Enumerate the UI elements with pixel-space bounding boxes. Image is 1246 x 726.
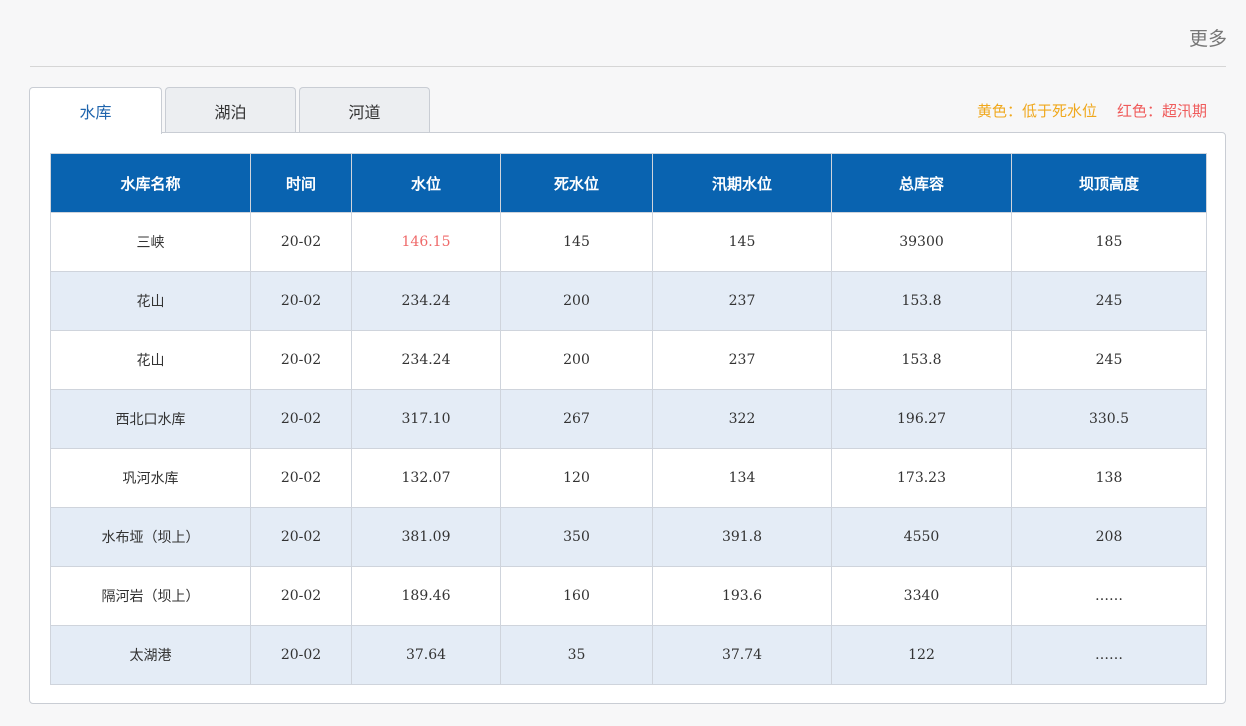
header-divider <box>30 66 1226 67</box>
cell-capacity: 153.8 <box>831 330 1012 390</box>
column-header-time: 时间 <box>250 153 352 213</box>
cell-capacity: 153.8 <box>831 271 1012 331</box>
table-row: 水布垭（坝上） 20-02 381.09 350 391.8 4550 208 <box>50 507 1207 567</box>
column-header-water-level: 水位 <box>351 153 501 213</box>
cell-capacity: 3340 <box>831 566 1012 626</box>
status-legend: 黄色：低于死水位 红色：超汛期 <box>977 100 1207 121</box>
table-row: 西北口水库 20-02 317.10 267 322 196.27 330.5 <box>50 389 1207 449</box>
cell-dead-level: 35 <box>500 625 653 685</box>
cell-dead-level: 200 <box>500 330 653 390</box>
cell-water-level: 381.09 <box>351 507 501 567</box>
table-row: 太湖港 20-02 37.64 35 37.74 122 …… <box>50 625 1207 685</box>
table-row: 三峡 20-02 146.15 145 145 39300 185 <box>50 212 1207 272</box>
cell-dam-height: 185 <box>1011 212 1207 272</box>
cell-name: 花山 <box>50 271 251 331</box>
cell-time: 20-02 <box>250 507 352 567</box>
cell-name: 西北口水库 <box>50 389 251 449</box>
table-row: 花山 20-02 234.24 200 237 153.8 245 <box>50 330 1207 390</box>
cell-water-level: 234.24 <box>351 271 501 331</box>
cell-name: 巩河水库 <box>50 448 251 508</box>
cell-flood-level: 37.74 <box>652 625 832 685</box>
cell-dam-height: 245 <box>1011 271 1207 331</box>
cell-dam-height: …… <box>1011 566 1207 626</box>
cell-water-level: 317.10 <box>351 389 501 449</box>
cell-name: 隔河岩（坝上） <box>50 566 251 626</box>
column-header-dam-height: 坝顶高度 <box>1011 153 1207 213</box>
cell-name: 太湖港 <box>50 625 251 685</box>
tab-lake[interactable]: 湖泊 <box>165 87 296 133</box>
cell-time: 20-02 <box>250 271 352 331</box>
cell-dam-height: …… <box>1011 625 1207 685</box>
cell-dam-height: 138 <box>1011 448 1207 508</box>
cell-water-level: 37.64 <box>351 625 501 685</box>
more-link[interactable]: 更多 <box>1189 24 1227 51</box>
legend-red: 红色：超汛期 <box>1116 102 1207 120</box>
cell-dead-level: 267 <box>500 389 653 449</box>
cell-name: 水布垭（坝上） <box>50 507 251 567</box>
reservoir-panel: 水库名称 时间 水位 死水位 汛期水位 总库容 坝顶高度 三峡 20-02 14… <box>29 132 1226 704</box>
cell-dead-level: 350 <box>500 507 653 567</box>
cell-dead-level: 160 <box>500 566 653 626</box>
cell-water-level: 234.24 <box>351 330 501 390</box>
cell-water-level: 146.15 <box>351 212 501 272</box>
cell-time: 20-02 <box>250 448 352 508</box>
cell-capacity: 4550 <box>831 507 1012 567</box>
cell-water-level: 189.46 <box>351 566 501 626</box>
cell-flood-level: 145 <box>652 212 832 272</box>
column-header-dead-level: 死水位 <box>500 153 653 213</box>
table-row: 花山 20-02 234.24 200 237 153.8 245 <box>50 271 1207 331</box>
cell-flood-level: 237 <box>652 271 832 331</box>
cell-dam-height: 245 <box>1011 330 1207 390</box>
cell-flood-level: 237 <box>652 330 832 390</box>
table-row: 巩河水库 20-02 132.07 120 134 173.23 138 <box>50 448 1207 508</box>
column-header-capacity: 总库容 <box>831 153 1012 213</box>
tab-bar: 水库 湖泊 河道 <box>29 87 433 134</box>
cell-dam-height: 208 <box>1011 507 1207 567</box>
table-header-row: 水库名称 时间 水位 死水位 汛期水位 总库容 坝顶高度 <box>50 153 1207 213</box>
cell-dead-level: 120 <box>500 448 653 508</box>
cell-time: 20-02 <box>250 625 352 685</box>
cell-time: 20-02 <box>250 566 352 626</box>
cell-time: 20-02 <box>250 212 352 272</box>
cell-name: 三峡 <box>50 212 251 272</box>
cell-flood-level: 193.6 <box>652 566 832 626</box>
cell-dead-level: 145 <box>500 212 653 272</box>
cell-dam-height: 330.5 <box>1011 389 1207 449</box>
cell-capacity: 196.27 <box>831 389 1012 449</box>
cell-dead-level: 200 <box>500 271 653 331</box>
legend-yellow: 黄色：低于死水位 <box>976 102 1097 120</box>
cell-capacity: 173.23 <box>831 448 1012 508</box>
reservoir-table: 水库名称 时间 水位 死水位 汛期水位 总库容 坝顶高度 三峡 20-02 14… <box>50 153 1207 685</box>
column-header-flood-level: 汛期水位 <box>652 153 832 213</box>
table-row: 隔河岩（坝上） 20-02 189.46 160 193.6 3340 …… <box>50 566 1207 626</box>
cell-flood-level: 391.8 <box>652 507 832 567</box>
cell-time: 20-02 <box>250 330 352 390</box>
cell-flood-level: 322 <box>652 389 832 449</box>
tab-reservoir[interactable]: 水库 <box>29 87 162 134</box>
cell-flood-level: 134 <box>652 448 832 508</box>
cell-name: 花山 <box>50 330 251 390</box>
cell-water-level: 132.07 <box>351 448 501 508</box>
cell-capacity: 39300 <box>831 212 1012 272</box>
cell-capacity: 122 <box>831 625 1012 685</box>
cell-time: 20-02 <box>250 389 352 449</box>
column-header-name: 水库名称 <box>50 153 251 213</box>
tab-river[interactable]: 河道 <box>299 87 430 133</box>
